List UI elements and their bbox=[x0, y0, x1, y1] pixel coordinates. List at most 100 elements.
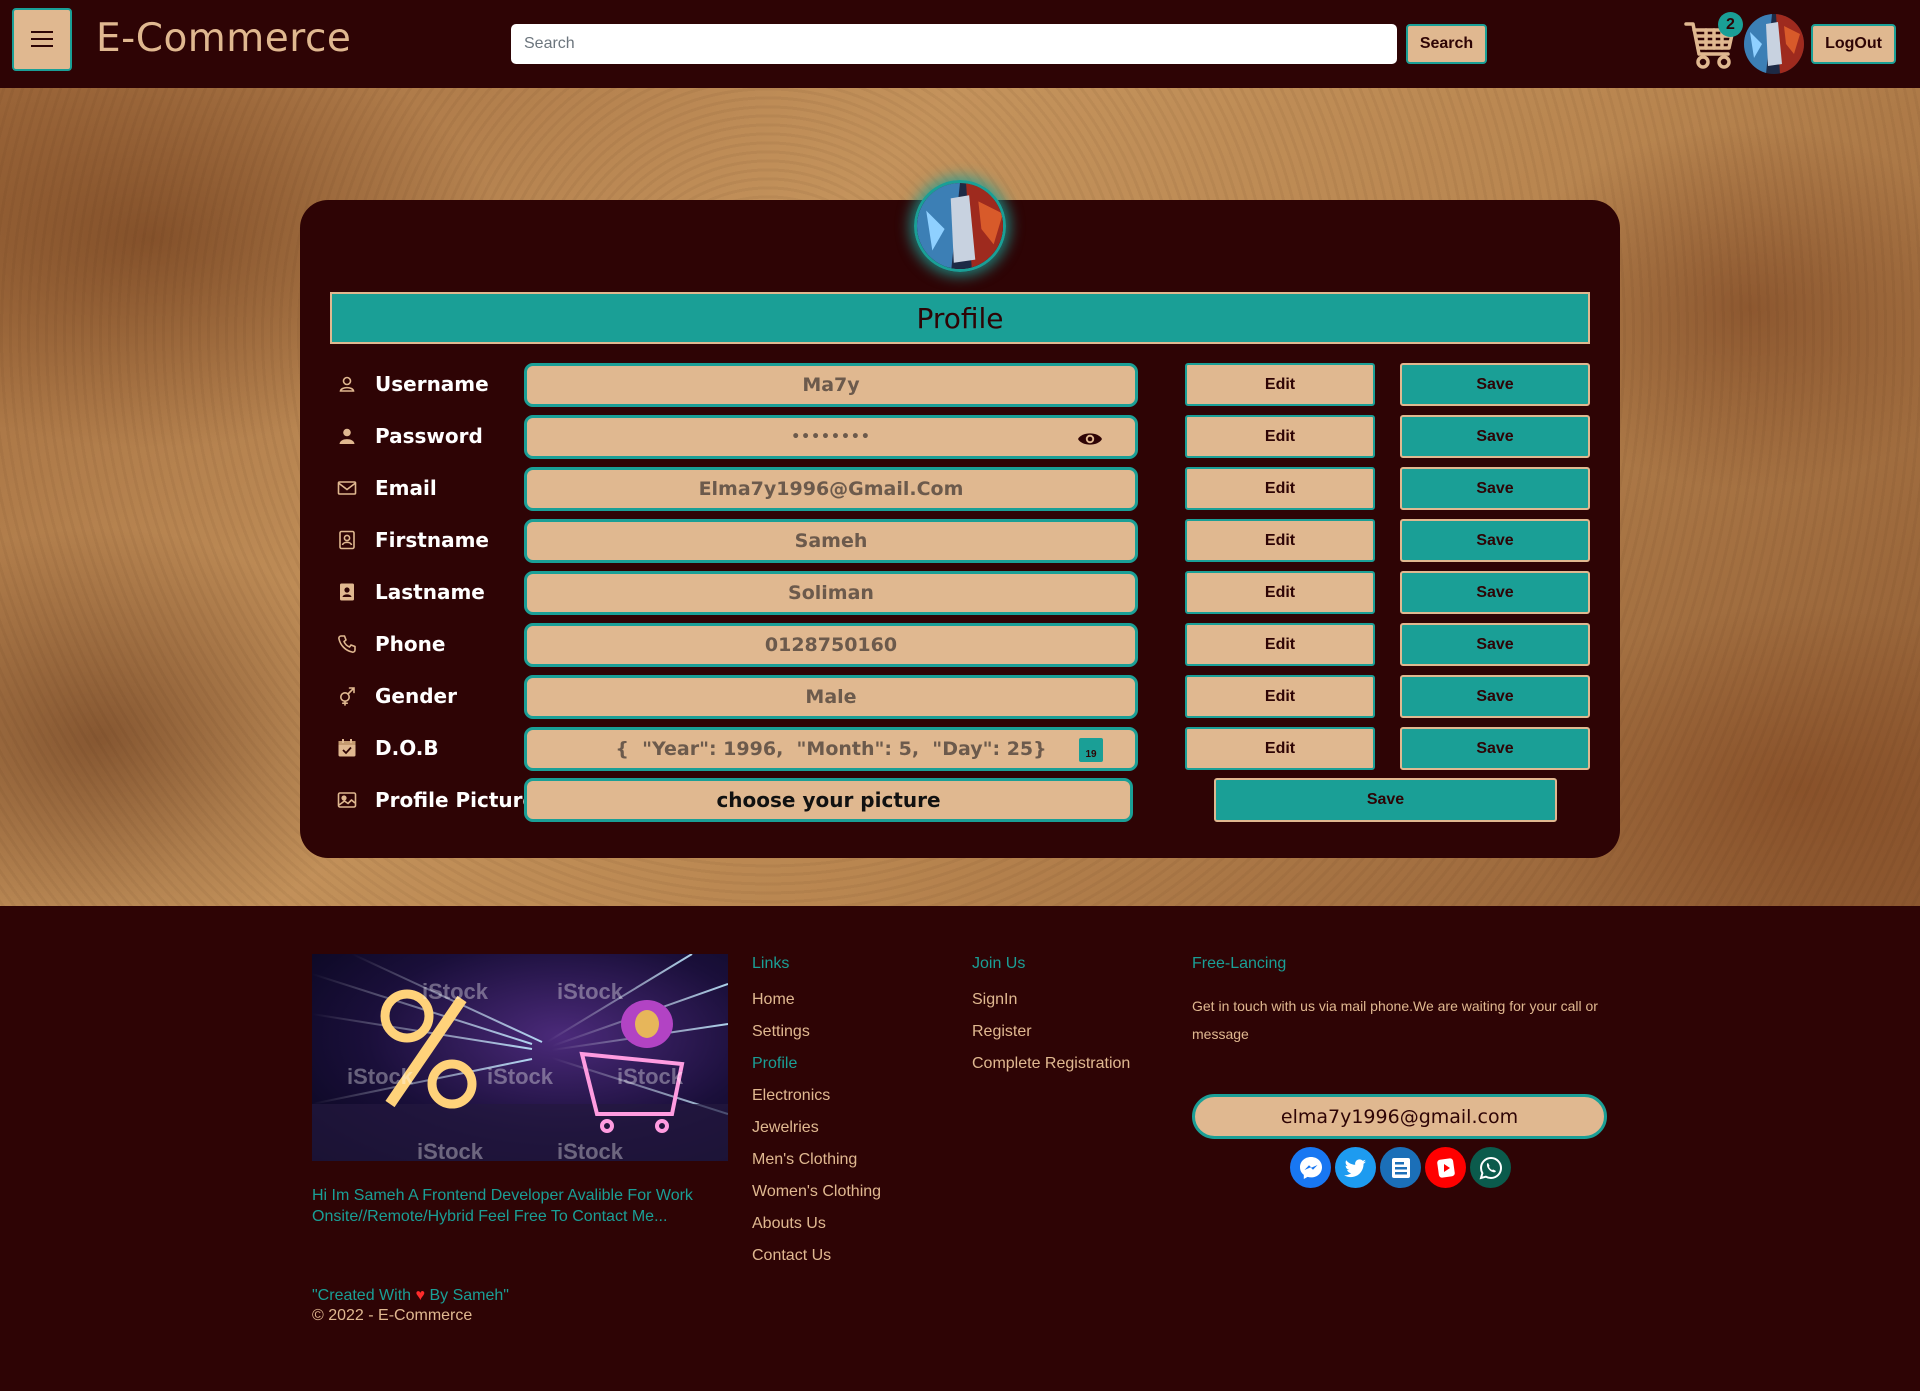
phone-edit-button[interactable]: Edit bbox=[1185, 623, 1375, 666]
cart-count-badge: 2 bbox=[1718, 12, 1743, 37]
heart-icon: ♥ bbox=[415, 1287, 426, 1304]
password-edit-button[interactable]: Edit bbox=[1185, 415, 1375, 458]
email-save-button[interactable]: Save bbox=[1400, 467, 1590, 510]
firstname-field[interactable]: Sameh bbox=[524, 519, 1138, 563]
search-input[interactable] bbox=[511, 24, 1397, 64]
freelancing-heading: Free-Lancing bbox=[1192, 955, 1287, 972]
email-edit-button[interactable]: Edit bbox=[1185, 467, 1375, 510]
footer bbox=[0, 906, 1920, 1391]
blogger-icon[interactable] bbox=[1380, 1147, 1421, 1188]
footer-link-about-us[interactable]: Abouts Us bbox=[752, 1215, 826, 1233]
search-button[interactable]: Search bbox=[1406, 24, 1487, 64]
date-picker-day: 19 bbox=[1085, 749, 1097, 760]
phone-field[interactable]: 0128750160 bbox=[524, 623, 1138, 667]
footer-link-home[interactable]: Home bbox=[752, 991, 795, 1009]
menu-toggle-button[interactable] bbox=[12, 8, 72, 71]
date-picker-icon[interactable]: 19 bbox=[1079, 738, 1103, 762]
gender-save-button[interactable]: Save bbox=[1400, 675, 1590, 718]
user-outline-icon bbox=[337, 374, 357, 394]
firstname-label-text: Firstname bbox=[375, 528, 489, 552]
navbar: E-Commerce Search 2 LogOut bbox=[0, 0, 1920, 88]
footer-link-profile[interactable]: Profile bbox=[752, 1055, 797, 1073]
password-field[interactable]: •••••••• bbox=[524, 415, 1138, 459]
username-field[interactable]: Ma7y bbox=[524, 363, 1138, 407]
lastname-value: Soliman bbox=[788, 582, 874, 604]
lastname-save-button[interactable]: Save bbox=[1400, 571, 1590, 614]
messenger-icon[interactable] bbox=[1290, 1147, 1331, 1188]
whatsapp-icon[interactable] bbox=[1470, 1147, 1511, 1188]
gender-edit-button[interactable]: Edit bbox=[1185, 675, 1375, 718]
username-label-text: Username bbox=[375, 372, 489, 396]
svg-text:iStock: iStock bbox=[347, 1064, 414, 1089]
password-save-button[interactable]: Save bbox=[1400, 415, 1590, 458]
dob-save-button[interactable]: Save bbox=[1400, 727, 1590, 770]
join-heading: Join Us bbox=[972, 955, 1026, 972]
password-label: Password bbox=[337, 416, 483, 456]
dob-value: { "Year": 1996, "Month": 5, "Day": 25} bbox=[615, 738, 1047, 760]
profile-avatar bbox=[914, 180, 1006, 272]
svg-text:iStock: iStock bbox=[417, 1139, 484, 1161]
promo-image: iStock iStock iStock iStock iStock iStoc… bbox=[312, 954, 728, 1161]
phone-save-button[interactable]: Save bbox=[1400, 623, 1590, 666]
picture-label: Profile Picture bbox=[337, 780, 536, 820]
footer-link-register[interactable]: Register bbox=[972, 1023, 1032, 1041]
phone-label: Phone bbox=[337, 624, 445, 664]
email-field[interactable]: Elma7y1996@Gmail.Com bbox=[524, 467, 1138, 511]
gender-field[interactable]: Male bbox=[524, 675, 1138, 719]
logout-button[interactable]: LogOut bbox=[1811, 24, 1896, 64]
username-label: Username bbox=[337, 364, 489, 404]
footer-link-complete-registration[interactable]: Complete Registration bbox=[972, 1055, 1130, 1073]
svg-text:iStock: iStock bbox=[617, 1064, 684, 1089]
picture-label-text: Profile Picture bbox=[375, 788, 537, 812]
firstname-value: Sameh bbox=[794, 530, 868, 552]
dob-field[interactable]: { "Year": 1996, "Month": 5, "Day": 25} 1… bbox=[524, 727, 1138, 771]
twitter-icon[interactable] bbox=[1335, 1147, 1376, 1188]
svg-text:iStock: iStock bbox=[487, 1064, 554, 1089]
profile-title: Profile bbox=[330, 292, 1590, 344]
username-edit-button[interactable]: Edit bbox=[1185, 363, 1375, 406]
user-avatar[interactable] bbox=[1744, 14, 1804, 74]
footer-link-womens-clothing[interactable]: Women's Clothing bbox=[752, 1183, 881, 1201]
footer-link-mens-clothing[interactable]: Men's Clothing bbox=[752, 1151, 857, 1169]
gender-value: Male bbox=[805, 686, 857, 708]
dob-label-text: D.O.B bbox=[375, 736, 439, 760]
hamburger-icon bbox=[31, 31, 53, 48]
dob-edit-button[interactable]: Edit bbox=[1185, 727, 1375, 770]
envelope-icon bbox=[337, 478, 357, 498]
svg-text:iStock: iStock bbox=[557, 979, 624, 1004]
email-value: Elma7y1996@Gmail.Com bbox=[698, 478, 964, 500]
links-heading: Links bbox=[752, 955, 790, 972]
phone-label-text: Phone bbox=[375, 632, 446, 656]
gender-label-text: Gender bbox=[375, 684, 457, 708]
email-label-text: Email bbox=[375, 476, 437, 500]
lastname-label-text: Lastname bbox=[375, 580, 485, 604]
contact-card-icon bbox=[337, 530, 357, 550]
svg-text:iStock: iStock bbox=[557, 1139, 624, 1161]
footer-link-electronics[interactable]: Electronics bbox=[752, 1087, 830, 1105]
footer-link-signin[interactable]: SignIn bbox=[972, 991, 1017, 1009]
eye-icon[interactable] bbox=[1077, 428, 1103, 450]
brand-title[interactable]: E-Commerce bbox=[96, 16, 351, 61]
footer-link-contact-us[interactable]: Contact Us bbox=[752, 1247, 831, 1265]
image-icon bbox=[337, 790, 357, 810]
about-text: Hi Im Sameh A Frontend Developer Avalibl… bbox=[312, 1187, 693, 1225]
lastname-edit-button[interactable]: Edit bbox=[1185, 571, 1375, 614]
lastname-label: Lastname bbox=[337, 572, 485, 612]
footer-link-jewelries[interactable]: Jewelries bbox=[752, 1119, 819, 1137]
dob-label: D.O.B bbox=[337, 728, 439, 768]
footer-link-settings[interactable]: Settings bbox=[752, 1023, 810, 1041]
choose-picture-button[interactable]: choose your picture bbox=[524, 778, 1133, 822]
picture-save-button[interactable]: Save bbox=[1214, 778, 1557, 822]
contact-card-solid-icon bbox=[337, 582, 357, 602]
password-label-text: Password bbox=[375, 424, 483, 448]
firstname-edit-button[interactable]: Edit bbox=[1185, 519, 1375, 562]
username-save-button[interactable]: Save bbox=[1400, 363, 1590, 406]
firstname-save-button[interactable]: Save bbox=[1400, 519, 1590, 562]
lastname-field[interactable]: Soliman bbox=[524, 571, 1138, 615]
contact-email[interactable]: elma7y1996@gmail.com bbox=[1192, 1094, 1607, 1139]
gender-label: Gender bbox=[337, 676, 457, 716]
username-value: Ma7y bbox=[802, 374, 860, 396]
user-solid-icon bbox=[337, 426, 357, 446]
youtube-icon[interactable] bbox=[1425, 1147, 1466, 1188]
phone-value: 0128750160 bbox=[764, 634, 898, 656]
